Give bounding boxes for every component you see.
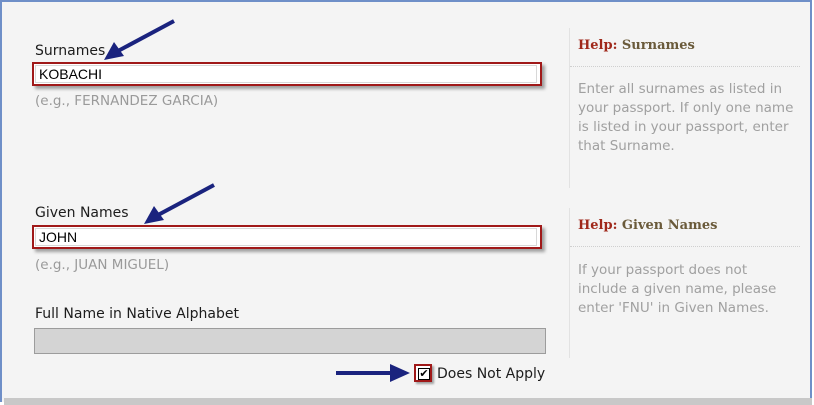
help-given-names-panel: Help: Given Names If your passport does … <box>569 208 800 358</box>
does-not-apply-label: Does Not Apply <box>437 366 546 382</box>
help-given-names-prefix: Help: <box>578 218 618 233</box>
surnames-label: Surnames <box>35 43 106 59</box>
help-surnames-prefix: Help: <box>578 38 618 53</box>
help-surnames-body: Enter all surnames as listed in your pas… <box>578 81 794 154</box>
given-names-highlight <box>32 225 542 249</box>
panel-shadow <box>4 398 812 405</box>
help-given-names-title: Help: Given Names <box>578 218 717 233</box>
help-given-names-heading: Given Names <box>621 218 718 233</box>
given-names-example: (e.g., JUAN MIGUEL) <box>35 257 170 273</box>
given-names-arrow-icon <box>144 183 215 224</box>
surnames-example: (e.g., FERNANDEZ GARCIA) <box>35 93 219 109</box>
given-names-input[interactable] <box>35 228 537 246</box>
does-not-apply-checkbox[interactable]: ✔ <box>418 368 430 380</box>
given-names-label: Given Names <box>35 205 129 221</box>
surnames-highlight <box>32 62 542 86</box>
help-surnames-title: Help: Surnames <box>578 38 695 53</box>
checkbox-arrow-icon <box>336 364 410 382</box>
surnames-input[interactable] <box>35 65 537 83</box>
help-surnames-panel: Help: Surnames Enter all surnames as lis… <box>569 28 800 188</box>
native-name-label: Full Name in Native Alphabet <box>35 306 239 322</box>
does-not-apply-highlight: ✔ <box>414 364 432 382</box>
surnames-arrow-icon <box>104 19 175 60</box>
help-given-names-body: If your passport does not include a give… <box>578 262 777 316</box>
help-surnames-heading: Surnames <box>621 38 695 53</box>
native-name-input[interactable] <box>34 328 546 354</box>
help-given-names-divider <box>570 246 800 247</box>
help-surnames-divider <box>570 66 800 67</box>
